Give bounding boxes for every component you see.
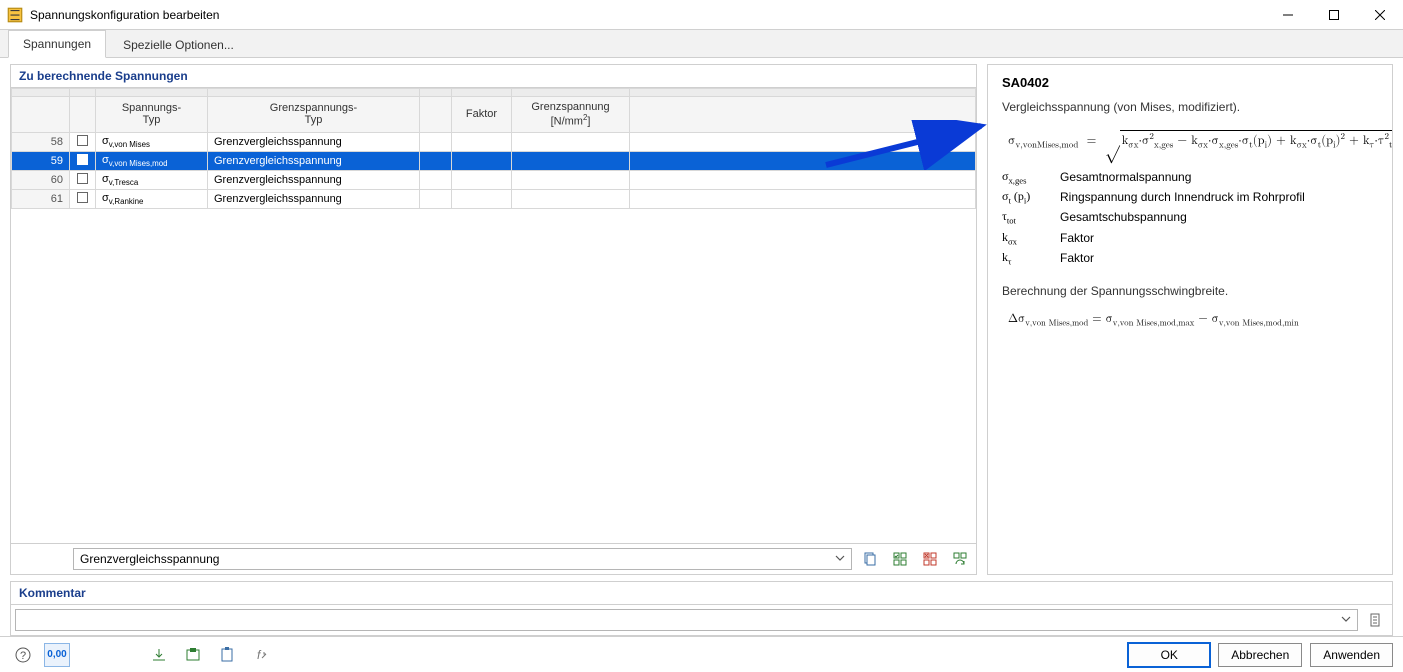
- dropdown-value: Grenzvergleichsspannung: [80, 552, 219, 566]
- help-panel: SA0402 Vergleichsspannung (von Mises, mo…: [987, 64, 1393, 575]
- def-text: Ringspannung durch Innendruck im Rohrpro…: [1060, 190, 1305, 204]
- tabstrip: Spannungen Spezielle Optionen...: [0, 30, 1403, 58]
- tab-spannungen[interactable]: Spannungen: [8, 30, 106, 58]
- chevron-down-icon: [1341, 613, 1351, 627]
- button-label: OK: [1161, 648, 1178, 662]
- row-checkbox[interactable]: [70, 171, 96, 190]
- col-header-lim: Grenzspannung[N/mm2]: [512, 97, 630, 133]
- dialog-footer: ? 0,00 f OK Abbrechen Anwenden: [0, 636, 1403, 672]
- clipboard-button[interactable]: [214, 643, 240, 667]
- symbol-definitions: σx,gesGesamtnormalspannung σt (pi)Ringsp…: [1002, 169, 1378, 267]
- titlebar: Spannungskonfiguration bearbeiten: [0, 0, 1403, 30]
- panel-toolbar: Grenzvergleichsspannung: [11, 543, 976, 574]
- uncheck-all-button[interactable]: [918, 548, 942, 570]
- col-header-check: [70, 97, 96, 133]
- table-row[interactable]: 60 σv,Tresca Grenzvergleichsspannung: [12, 171, 976, 190]
- stress-type-cell: σv,Rankine: [96, 190, 208, 209]
- chevron-down-icon: [835, 552, 845, 566]
- apply-button[interactable]: Anwenden: [1310, 643, 1393, 667]
- button-label: Abbrechen: [1231, 648, 1289, 662]
- limit-type-cell: Grenzvergleichsspannung: [208, 171, 420, 190]
- stress-type-cell: σv,von Mises,mod: [96, 151, 208, 170]
- help-code: SA0402: [1002, 75, 1378, 90]
- row-number: 60: [12, 171, 70, 190]
- limit-type-dropdown[interactable]: Grenzvergleichsspannung: [73, 548, 852, 570]
- button-label: Anwenden: [1323, 648, 1380, 662]
- col-header-rest: [630, 97, 976, 133]
- stress-grid[interactable]: Spannungs-Typ Grenzspannungs-Typ Faktor …: [11, 88, 976, 543]
- limit-type-cell: Grenzvergleichsspannung: [208, 132, 420, 151]
- tab-spezielle-optionen[interactable]: Spezielle Optionen...: [108, 31, 249, 58]
- limit-type-cell: Grenzvergleichsspannung: [208, 151, 420, 170]
- reset-button[interactable]: [948, 548, 972, 570]
- col-header-limtyp: Grenzspannungs-Typ: [208, 97, 420, 133]
- function-button[interactable]: f: [248, 643, 274, 667]
- panel-title: Zu berechnende Spannungen: [11, 65, 976, 88]
- comment-dropdown[interactable]: [15, 609, 1358, 631]
- stress-type-cell: σv,von Mises: [96, 132, 208, 151]
- help-button[interactable]: ?: [10, 643, 36, 667]
- window-title: Spannungskonfiguration bearbeiten: [30, 8, 219, 22]
- limit-type-cell: Grenzvergleichsspannung: [208, 190, 420, 209]
- row-checkbox[interactable]: [70, 151, 96, 170]
- check-all-button[interactable]: [888, 548, 912, 570]
- table-row[interactable]: 59 σv,von Mises,mod Grenzvergleichsspann…: [12, 151, 976, 170]
- col-header-gap: [420, 97, 452, 133]
- help-formula-2: Δσv,von Mises,mod = σv,von Mises,mod,max…: [1008, 312, 1378, 328]
- cancel-button[interactable]: Abbrechen: [1218, 643, 1302, 667]
- maximize-button[interactable]: [1311, 0, 1357, 30]
- close-button[interactable]: [1357, 0, 1403, 30]
- tab-label: Spannungen: [23, 37, 91, 51]
- col-header-typ: Spannungs-Typ: [96, 97, 208, 133]
- def-text: Gesamtschubspannung: [1060, 210, 1187, 224]
- col-header-faktor: Faktor: [452, 97, 512, 133]
- svg-text:f: f: [257, 648, 262, 662]
- table-row[interactable]: 58 σv,von Mises Grenzvergleichsspannung: [12, 132, 976, 151]
- app-icon: [6, 6, 24, 24]
- svg-text:?: ?: [20, 650, 26, 662]
- row-number: 58: [12, 132, 70, 151]
- minimize-button[interactable]: [1265, 0, 1311, 30]
- def-text: Gesamtnormalspannung: [1060, 170, 1191, 184]
- help-note: Berechnung der Spannungsschwingbreite.: [1002, 284, 1378, 298]
- copy-list-button[interactable]: [858, 548, 882, 570]
- ok-button[interactable]: OK: [1128, 643, 1210, 667]
- row-number: 61: [12, 190, 70, 209]
- def-text: Faktor: [1060, 251, 1094, 265]
- units-button[interactable]: 0,00: [44, 643, 70, 667]
- tab-label: Spezielle Optionen...: [123, 38, 234, 52]
- help-description: Vergleichsspannung (von Mises, modifizie…: [1002, 100, 1378, 114]
- table-row[interactable]: 61 σv,Rankine Grenzvergleichsspannung: [12, 190, 976, 209]
- comment-section: Kommentar: [10, 581, 1393, 636]
- comment-library-button[interactable]: [1364, 609, 1388, 631]
- stress-config-panel: Zu berechnende Spannungen Spann: [10, 64, 977, 575]
- col-header-num: [12, 97, 70, 133]
- row-checkbox[interactable]: [70, 190, 96, 209]
- def-text: Faktor: [1060, 231, 1094, 245]
- row-number: 59: [12, 151, 70, 170]
- import-button[interactable]: [146, 643, 172, 667]
- row-checkbox[interactable]: [70, 132, 96, 151]
- export-button[interactable]: [180, 643, 206, 667]
- help-formula: σv,vonMises,mod = √ kσx·σ2x,ges − kσx·σx…: [1008, 128, 1378, 151]
- stress-type-cell: σv,Tresca: [96, 171, 208, 190]
- comment-title: Kommentar: [11, 582, 1392, 605]
